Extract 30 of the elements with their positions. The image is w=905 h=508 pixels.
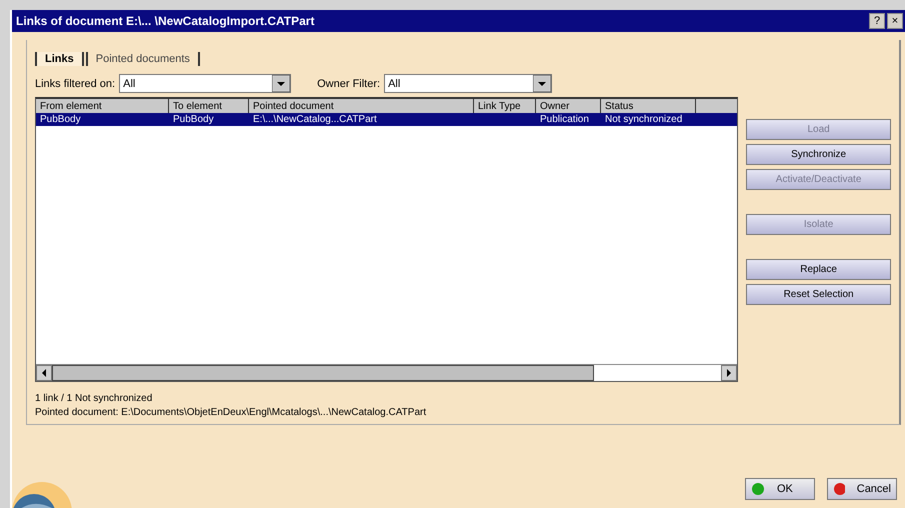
action-button[interactable]: Reset Selection [746, 284, 891, 305]
dropdown-arrow-icon [533, 75, 552, 92]
action-button[interactable]: Replace [746, 259, 891, 280]
scroll-right-icon[interactable] [721, 365, 738, 381]
tab[interactable]: Pointed documents [86, 52, 200, 66]
table-cell: Publication [540, 114, 589, 125]
help-button[interactable]: ? [869, 13, 885, 29]
table-cell: PubBody [173, 114, 214, 125]
ok-button[interactable]: OK [745, 478, 815, 500]
action-button[interactable]: Synchronize [746, 144, 891, 165]
filter-label: Owner Filter: [317, 78, 380, 90]
filter-label: Links filtered on: [35, 78, 116, 90]
horizontal-scrollbar[interactable] [36, 364, 738, 381]
scroll-left-icon[interactable] [36, 365, 52, 381]
close-button[interactable]: × [887, 13, 903, 29]
scroll-thumb[interactable] [52, 365, 594, 381]
table-row[interactable]: PubBody PubBody E:\...\NewCatalog...CATPart Publication Not synchronized [36, 113, 738, 126]
filter-dropdown[interactable]: All [119, 74, 292, 93]
cancel-status-icon [833, 482, 845, 496]
filter-dropdown[interactable]: All [384, 74, 552, 93]
table-cell: E:\...\NewCatalog...CATPart [253, 114, 377, 125]
status-text: 1 link / 1 Not synchronized [35, 393, 154, 404]
tab[interactable]: Links [35, 52, 84, 66]
cancel-button[interactable]: Cancel [827, 478, 897, 500]
table-cell: Not synchronized [605, 114, 682, 125]
dropdown-arrow-icon [272, 75, 290, 92]
table-cell: PubBody [40, 114, 81, 125]
status-text: Pointed document: E:\Documents\ObjetEnDeux\Engl\Mcatalogs\...\NewCatalog.CATPart [35, 407, 428, 418]
window-title: Links of document E:\... \NewCatalogImport.CATPart [16, 14, 316, 28]
ok-status-icon [751, 482, 765, 496]
